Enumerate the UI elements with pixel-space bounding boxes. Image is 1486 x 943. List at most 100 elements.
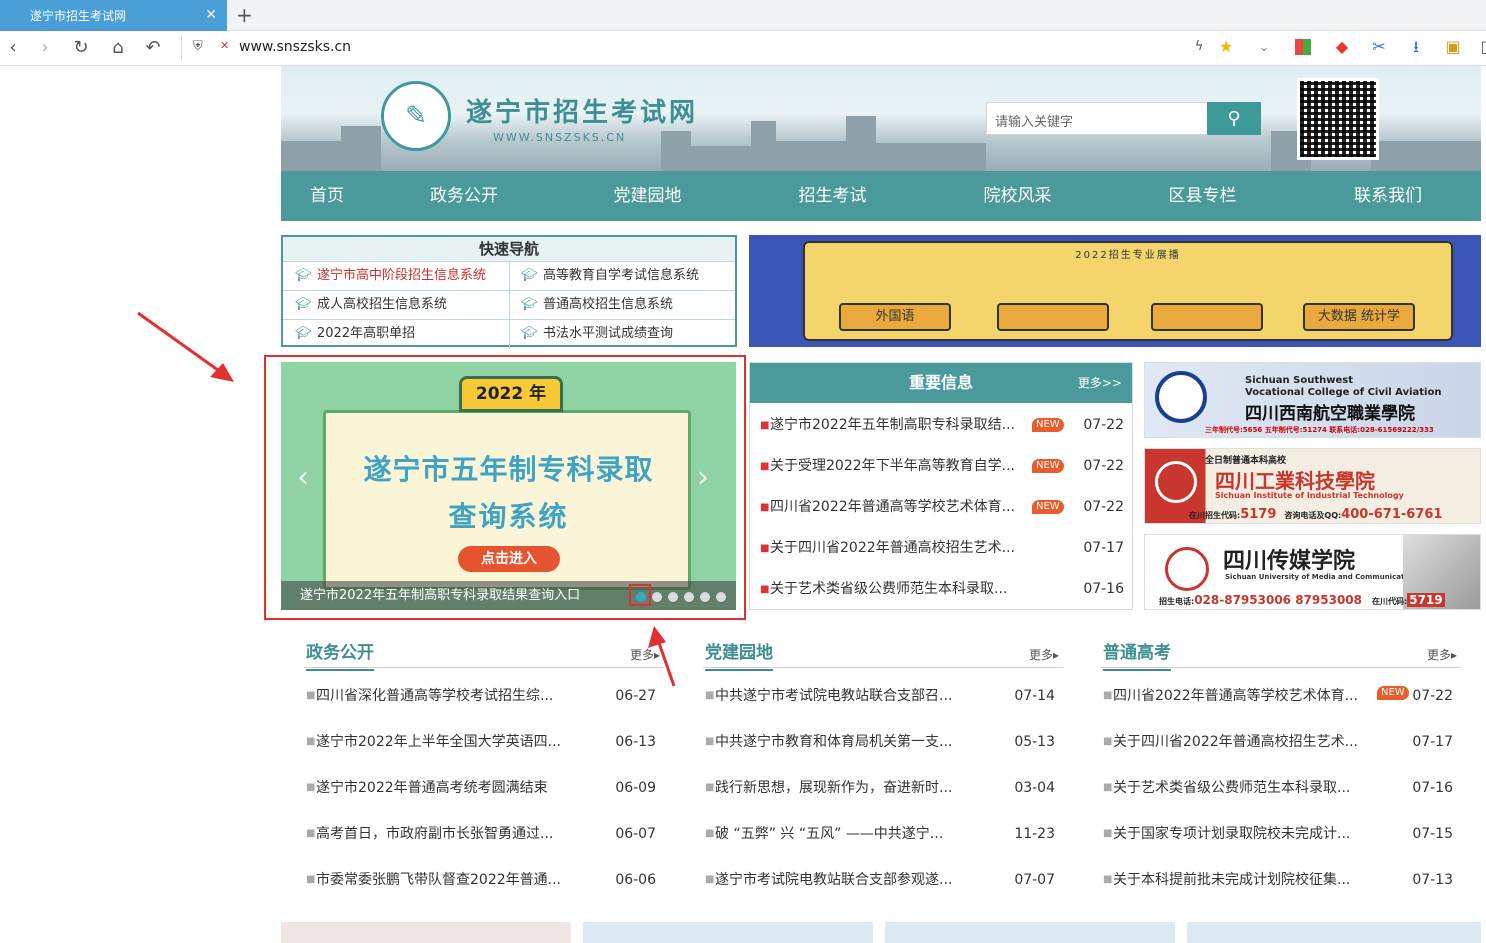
url-input[interactable]: www.snszsks.cn [239, 39, 351, 55]
item-title: 关于本科提前批未完成计划院校征集... [1113, 872, 1351, 888]
list-item[interactable]: ■ 四川省深化普通高等学校考试招生综... 06-27 [304, 673, 664, 719]
nav-gov[interactable]: 政务公开 [373, 171, 555, 221]
scissors-icon[interactable]: ✂ [1368, 36, 1390, 58]
list-item[interactable]: ■ 关于国家专项计划录取院校未完成计... 07-15 [1101, 811, 1461, 857]
quick-link-label: 2022年高职单招 [317, 326, 416, 341]
ad-code: 5719 [1407, 593, 1445, 607]
column-title[interactable]: 政务公开 [306, 638, 374, 671]
nav-home[interactable]: 首页 [281, 171, 373, 221]
list-item[interactable]: ■ 四川省2022年普通高等学校艺术体育... NEW 07-22 [1101, 673, 1461, 719]
list-item[interactable]: ■ 遂宁市2022年上半年全国大学英语四... 06-13 [304, 719, 664, 765]
column-title[interactable]: 普通高考 [1103, 638, 1171, 671]
home-icon[interactable]: ⌂ [107, 37, 129, 58]
item-date: 07-17 [1083, 540, 1124, 556]
more-link[interactable]: 更多▸ [1029, 646, 1059, 663]
quick-link[interactable]: 🎓︎ 遂宁市高中阶段招生信息系统 [283, 262, 486, 290]
graduation-cap-icon: 🎓︎ [521, 326, 538, 341]
site-title[interactable]: 遂宁市招生考试网 [466, 92, 698, 129]
close-tab-icon[interactable]: ✕ [205, 7, 217, 23]
list-item[interactable]: ■ 关于受理2022年下半年高等教育自学... NEW 07-22 [750, 446, 1134, 487]
list-item[interactable]: ■ 破 “五弊” 兴 “五风” ——中共遂宁... 11-23 [703, 811, 1063, 857]
back-icon[interactable]: ‹ [2, 37, 24, 58]
college-emblem-icon [1155, 371, 1207, 423]
search-input[interactable]: 请输入关键字 [986, 102, 1208, 135]
item-date: 07-16 [1083, 581, 1124, 597]
nav-party[interactable]: 党建园地 [555, 171, 740, 221]
item-title: 关于国家专项计划录取院校未完成计... [1113, 826, 1351, 842]
quick-link-label: 普通高校招生信息系统 [543, 297, 674, 312]
nav-district[interactable]: 区县专栏 [1110, 171, 1295, 221]
important-info-title: 重要信息 [908, 373, 973, 392]
nav-contact[interactable]: 联系我们 [1295, 171, 1481, 221]
important-more-link[interactable]: 更多>> [1078, 363, 1122, 403]
reload-icon[interactable]: ↻ [70, 37, 92, 58]
ad-tel: 028-87953006 87953008 [1194, 593, 1363, 607]
item-date: 06-13 [615, 734, 656, 750]
annotation-highlight-box [264, 355, 746, 620]
list-item[interactable]: ■ 践行新思想，展现新作为，奋进新时... 03-04 [703, 765, 1063, 811]
list-item[interactable]: ■ 关于四川省2022年普通高校招生艺术... 07-17 [750, 528, 1134, 569]
chevron-down-icon[interactable]: ⌄ [1253, 36, 1275, 58]
ad-en: Sichuan Southwest [1245, 375, 1353, 386]
divider [509, 261, 510, 349]
download-icon[interactable]: ⭳ [1405, 36, 1427, 58]
game-icon[interactable]: ◆ [1331, 36, 1353, 58]
list-item[interactable]: ■ 遂宁市考试院电教站联合支部参观遂... 07-07 [703, 857, 1063, 903]
item-title: 中共遂宁市考试院电教站联合支部召... [715, 688, 953, 704]
ad-aviation-college[interactable]: Sichuan Southwest Vocational College of … [1144, 362, 1481, 438]
quick-link[interactable]: 🎓︎ 书法水平测试成绩查询 [509, 320, 673, 348]
lightning-icon[interactable]: ϟ [1188, 36, 1210, 58]
ad-en: Sichuan University of Media and Communic… [1225, 573, 1421, 581]
browser-tab[interactable]: 遂宁市招生考试网 ✕ [0, 0, 227, 31]
quick-link-label: 高等教育自学考试信息系统 [543, 268, 700, 283]
forward-icon[interactable]: › [34, 37, 56, 58]
site-subtitle: WWW.SNSZSKS.CN [493, 131, 627, 144]
graduation-cap-icon: 🎓︎ [295, 326, 312, 341]
site-logo[interactable]: ✎ [381, 81, 451, 151]
promo-banner[interactable]: 2022招生专业展播 外国语 大数据 统计学 [749, 235, 1481, 347]
list-item[interactable]: ■ 中共遂宁市考试院电教站联合支部召... 07-14 [703, 673, 1063, 719]
quick-nav: 快速导航 🎓︎ 遂宁市高中阶段招生信息系统 🎓︎ 高等教育自学考试信息系统 🎓︎ 成人… [281, 235, 737, 349]
more-icon[interactable]: ▯ [1474, 36, 1486, 58]
nav-exam[interactable]: 招生考试 [740, 171, 925, 221]
bottom-banner[interactable] [885, 922, 1175, 943]
graduation-cap-icon: 🎓︎ [521, 268, 538, 283]
quick-link-label: 遂宁市高中阶段招生信息系统 [317, 268, 487, 283]
new-badge: NEW [1032, 459, 1064, 473]
more-link[interactable]: 更多▸ [1427, 646, 1457, 663]
bottom-banner[interactable] [583, 922, 873, 943]
column-title[interactable]: 党建园地 [705, 638, 773, 671]
item-title: 四川省2022年普通高等学校艺术体育... [1113, 688, 1358, 704]
list-item[interactable]: ■ 高考首日，市政府副市长张智勇通过... 06-07 [304, 811, 664, 857]
image-icon[interactable]: ▣ [1442, 36, 1464, 58]
new-tab-button[interactable]: + [236, 3, 253, 27]
search-button[interactable]: ⚲ [1207, 102, 1261, 135]
qr-code [1297, 78, 1379, 160]
list-item[interactable]: ■ 四川省2022年普通高等学校艺术体育... NEW 07-22 [750, 487, 1134, 528]
list-item[interactable]: ■ 关于艺术类省级公费师范生本科录取... 07-16 [750, 569, 1134, 610]
quick-link[interactable]: 🎓︎ 普通高校招生信息系统 [509, 291, 673, 319]
undo-icon[interactable]: ↶ [142, 37, 164, 58]
quick-link[interactable]: 🎓︎ 成人高校招生信息系统 [283, 291, 447, 319]
ad-media-college[interactable]: 四川传媒学院 Sichuan University of Media and C… [1144, 534, 1481, 610]
list-item[interactable]: ■ 市委常委张鹏飞带队督查2022年普通... 06-06 [304, 857, 664, 903]
item-date: 06-09 [615, 780, 656, 796]
bottom-banner[interactable] [1187, 922, 1481, 943]
shield-icon[interactable]: ⛨ [193, 39, 203, 54]
list-item[interactable]: ■ 关于四川省2022年普通高校招生艺术... 07-17 [1101, 719, 1461, 765]
ad-industrial-college[interactable]: 全日制普通本科高校 四川工業科技學院 Sichuan Institute of … [1144, 448, 1481, 524]
nav-college[interactable]: 院校风采 [925, 171, 1110, 221]
bottom-banner[interactable] [281, 922, 571, 943]
list-item[interactable]: ■ 关于本科提前批未完成计划院校征集... 07-13 [1101, 857, 1461, 903]
item-date: 07-17 [1412, 734, 1453, 750]
list-item[interactable]: ■ 中共遂宁市教育和体育局机关第一支... 05-13 [703, 719, 1063, 765]
quick-link[interactable]: 🎓︎ 高等教育自学考试信息系统 [509, 262, 699, 290]
new-badge: NEW [1032, 500, 1064, 514]
item-title: 遂宁市考试院电教站联合支部参观遂... [715, 872, 953, 888]
star-icon[interactable]: ★ [1215, 36, 1237, 58]
list-item[interactable]: ■ 遂宁市2022年五年制高职专科录取结... NEW 07-22 [750, 405, 1134, 446]
apps-icon[interactable] [1295, 39, 1311, 55]
quick-link[interactable]: 🎓︎ 2022年高职单招 [283, 320, 415, 348]
list-item[interactable]: ■ 关于艺术类省级公费师范生本科录取... 07-16 [1101, 765, 1461, 811]
list-item[interactable]: ■ 遂宁市2022年普通高考统考圆满结束 06-09 [304, 765, 664, 811]
